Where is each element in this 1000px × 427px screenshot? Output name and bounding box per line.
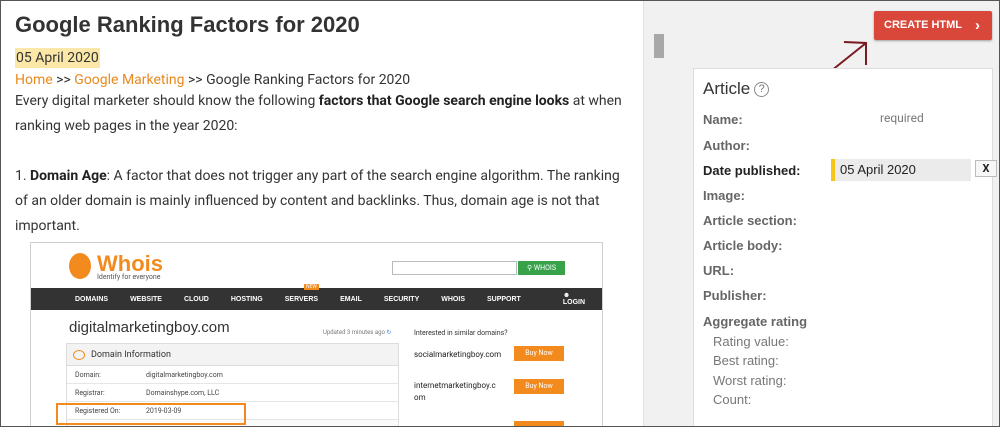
intro-text: Every digital marketer should know the f…	[15, 93, 319, 109]
suggested-domain: internetmarketingboy.c om	[414, 381, 496, 402]
buy-now-button	[514, 421, 564, 426]
whois-nav-item: EMAIL	[340, 295, 362, 303]
count-label: Count:	[713, 392, 752, 407]
new-badge: NEW	[304, 284, 319, 290]
worst-rating-label: Worst rating:	[713, 373, 787, 388]
user-icon: ☻	[562, 292, 571, 299]
whois-updated: Updated 3 minutes ago ↻	[323, 329, 391, 336]
whois-nav-item: SUPPORT	[487, 295, 521, 303]
scrollbar-thumb[interactable]	[654, 34, 664, 58]
rating-value-label: Rating value:	[713, 334, 789, 349]
breadcrumb-current: Google Ranking Factors for 2020	[206, 72, 411, 88]
publisher-label: Publisher:	[703, 288, 767, 303]
whois-login: ☻ LOGIN	[562, 292, 602, 306]
whois-nav-item: WEBSITE	[130, 295, 162, 303]
create-html-button[interactable]: CREATE HTML ›	[874, 11, 992, 40]
date-published-label: Date published:	[703, 163, 801, 178]
domain-info-icon	[73, 350, 85, 360]
factor-1-text: : A factor that does not trigger any par…	[15, 168, 620, 234]
whois-login-label: LOGIN	[562, 299, 586, 306]
buy-now-button: Buy Now	[514, 346, 564, 361]
breadcrumb-home-link[interactable]: Home	[15, 72, 53, 88]
best-rating-label: Best rating:	[713, 353, 779, 368]
domain-info-row: Domain: digitalmarketingboy.com	[67, 366, 398, 384]
screen: Google Ranking Factors for 2020 05 April…	[0, 0, 1000, 427]
whois-screenshot-image: Whois Identify for everyone ⚲ WHOIS DOMA…	[30, 242, 603, 426]
domain-info-row: Registrar: Domainshype.com, LLC	[67, 384, 398, 402]
row-key: Domain:	[75, 371, 101, 379]
factor-1-number: 1.	[15, 168, 31, 184]
whois-search-label: WHOIS	[533, 264, 556, 272]
domain-info-title: Domain Information	[91, 350, 171, 360]
whois-nav-bar: DOMAINS WEBSITE CLOUD HOSTING SERVERS EM…	[31, 284, 602, 310]
whois-logo-mark-icon	[69, 253, 91, 279]
whois-nav-item: SECURITY	[383, 295, 420, 303]
name-input[interactable]: required	[880, 111, 924, 125]
row-value: digitalmarketingboy.com	[146, 371, 223, 379]
create-html-label: CREATE HTML	[884, 19, 963, 31]
whois-nav-item: CLOUD	[183, 295, 209, 303]
whois-interested-heading: Interested in similar domains?	[414, 329, 508, 337]
card-title: Article?	[703, 79, 983, 99]
intro-bold-text: factors that Google search engine looks	[318, 93, 570, 109]
article-body-label: Article body:	[703, 238, 783, 253]
breadcrumb-separator: >>	[52, 72, 75, 88]
whois-nav-item: DOMAINS	[75, 295, 109, 303]
date-published-input[interactable]: 05 April 2020	[831, 159, 971, 181]
help-icon[interactable]: ?	[754, 82, 770, 98]
registered-on-highlight	[56, 403, 246, 425]
whois-domain-title: digitalmarketingboy.com	[69, 319, 230, 336]
row-key: Registrar:	[75, 389, 105, 397]
domain-info-header: Domain Information	[67, 344, 398, 366]
article-title: Google Ranking Factors for 2020	[15, 12, 360, 37]
buy-now-button: Buy Now	[514, 379, 564, 394]
page-scrollbar[interactable]	[643, 1, 672, 426]
intro-paragraph: Every digital marketer should know the f…	[15, 89, 629, 139]
whois-search-input	[392, 261, 517, 275]
clear-date-button[interactable]: X	[975, 160, 997, 177]
breadcrumb: Home >> Google Marketing >> Google Ranki…	[15, 71, 629, 89]
whois-nav-item: SERVERS	[284, 295, 319, 303]
url-label: URL:	[703, 263, 735, 278]
whois-tagline: Identify for everyone	[97, 273, 161, 281]
whois-nav-item: HOSTING	[230, 295, 263, 303]
aggregate-rating-heading: Aggregate rating	[703, 314, 808, 329]
article-date: 05 April 2020	[15, 48, 100, 68]
factor-1-paragraph: 1. Domain Age: A factor that does not tr…	[15, 164, 629, 239]
chevron-right-icon: ›	[975, 17, 980, 34]
name-label: Name:	[703, 112, 743, 127]
image-label: Image:	[703, 188, 745, 203]
whois-search-button: ⚲ WHOIS	[518, 261, 565, 275]
whois-updated-text: Updated 3 minutes ago	[323, 329, 385, 336]
schema-panel: CREATE HTML › Article? Name: required Au…	[672, 1, 999, 426]
whois-nav-item: WHOIS	[441, 295, 465, 303]
search-icon: ⚲	[527, 264, 534, 272]
card-title-text: Article	[703, 79, 751, 98]
breadcrumb-separator: >>	[184, 72, 207, 88]
factor-1-title: Domain Age	[30, 168, 107, 184]
row-value: Domainshype.com, LLC	[146, 389, 220, 397]
breadcrumb-category-link[interactable]: Google Marketing	[74, 72, 184, 88]
article-schema-card: Article? Name: required Author: Date pub…	[693, 68, 997, 426]
author-label: Author:	[703, 138, 750, 153]
refresh-icon: ↻	[386, 329, 392, 336]
article-section-label: Article section:	[703, 213, 797, 228]
